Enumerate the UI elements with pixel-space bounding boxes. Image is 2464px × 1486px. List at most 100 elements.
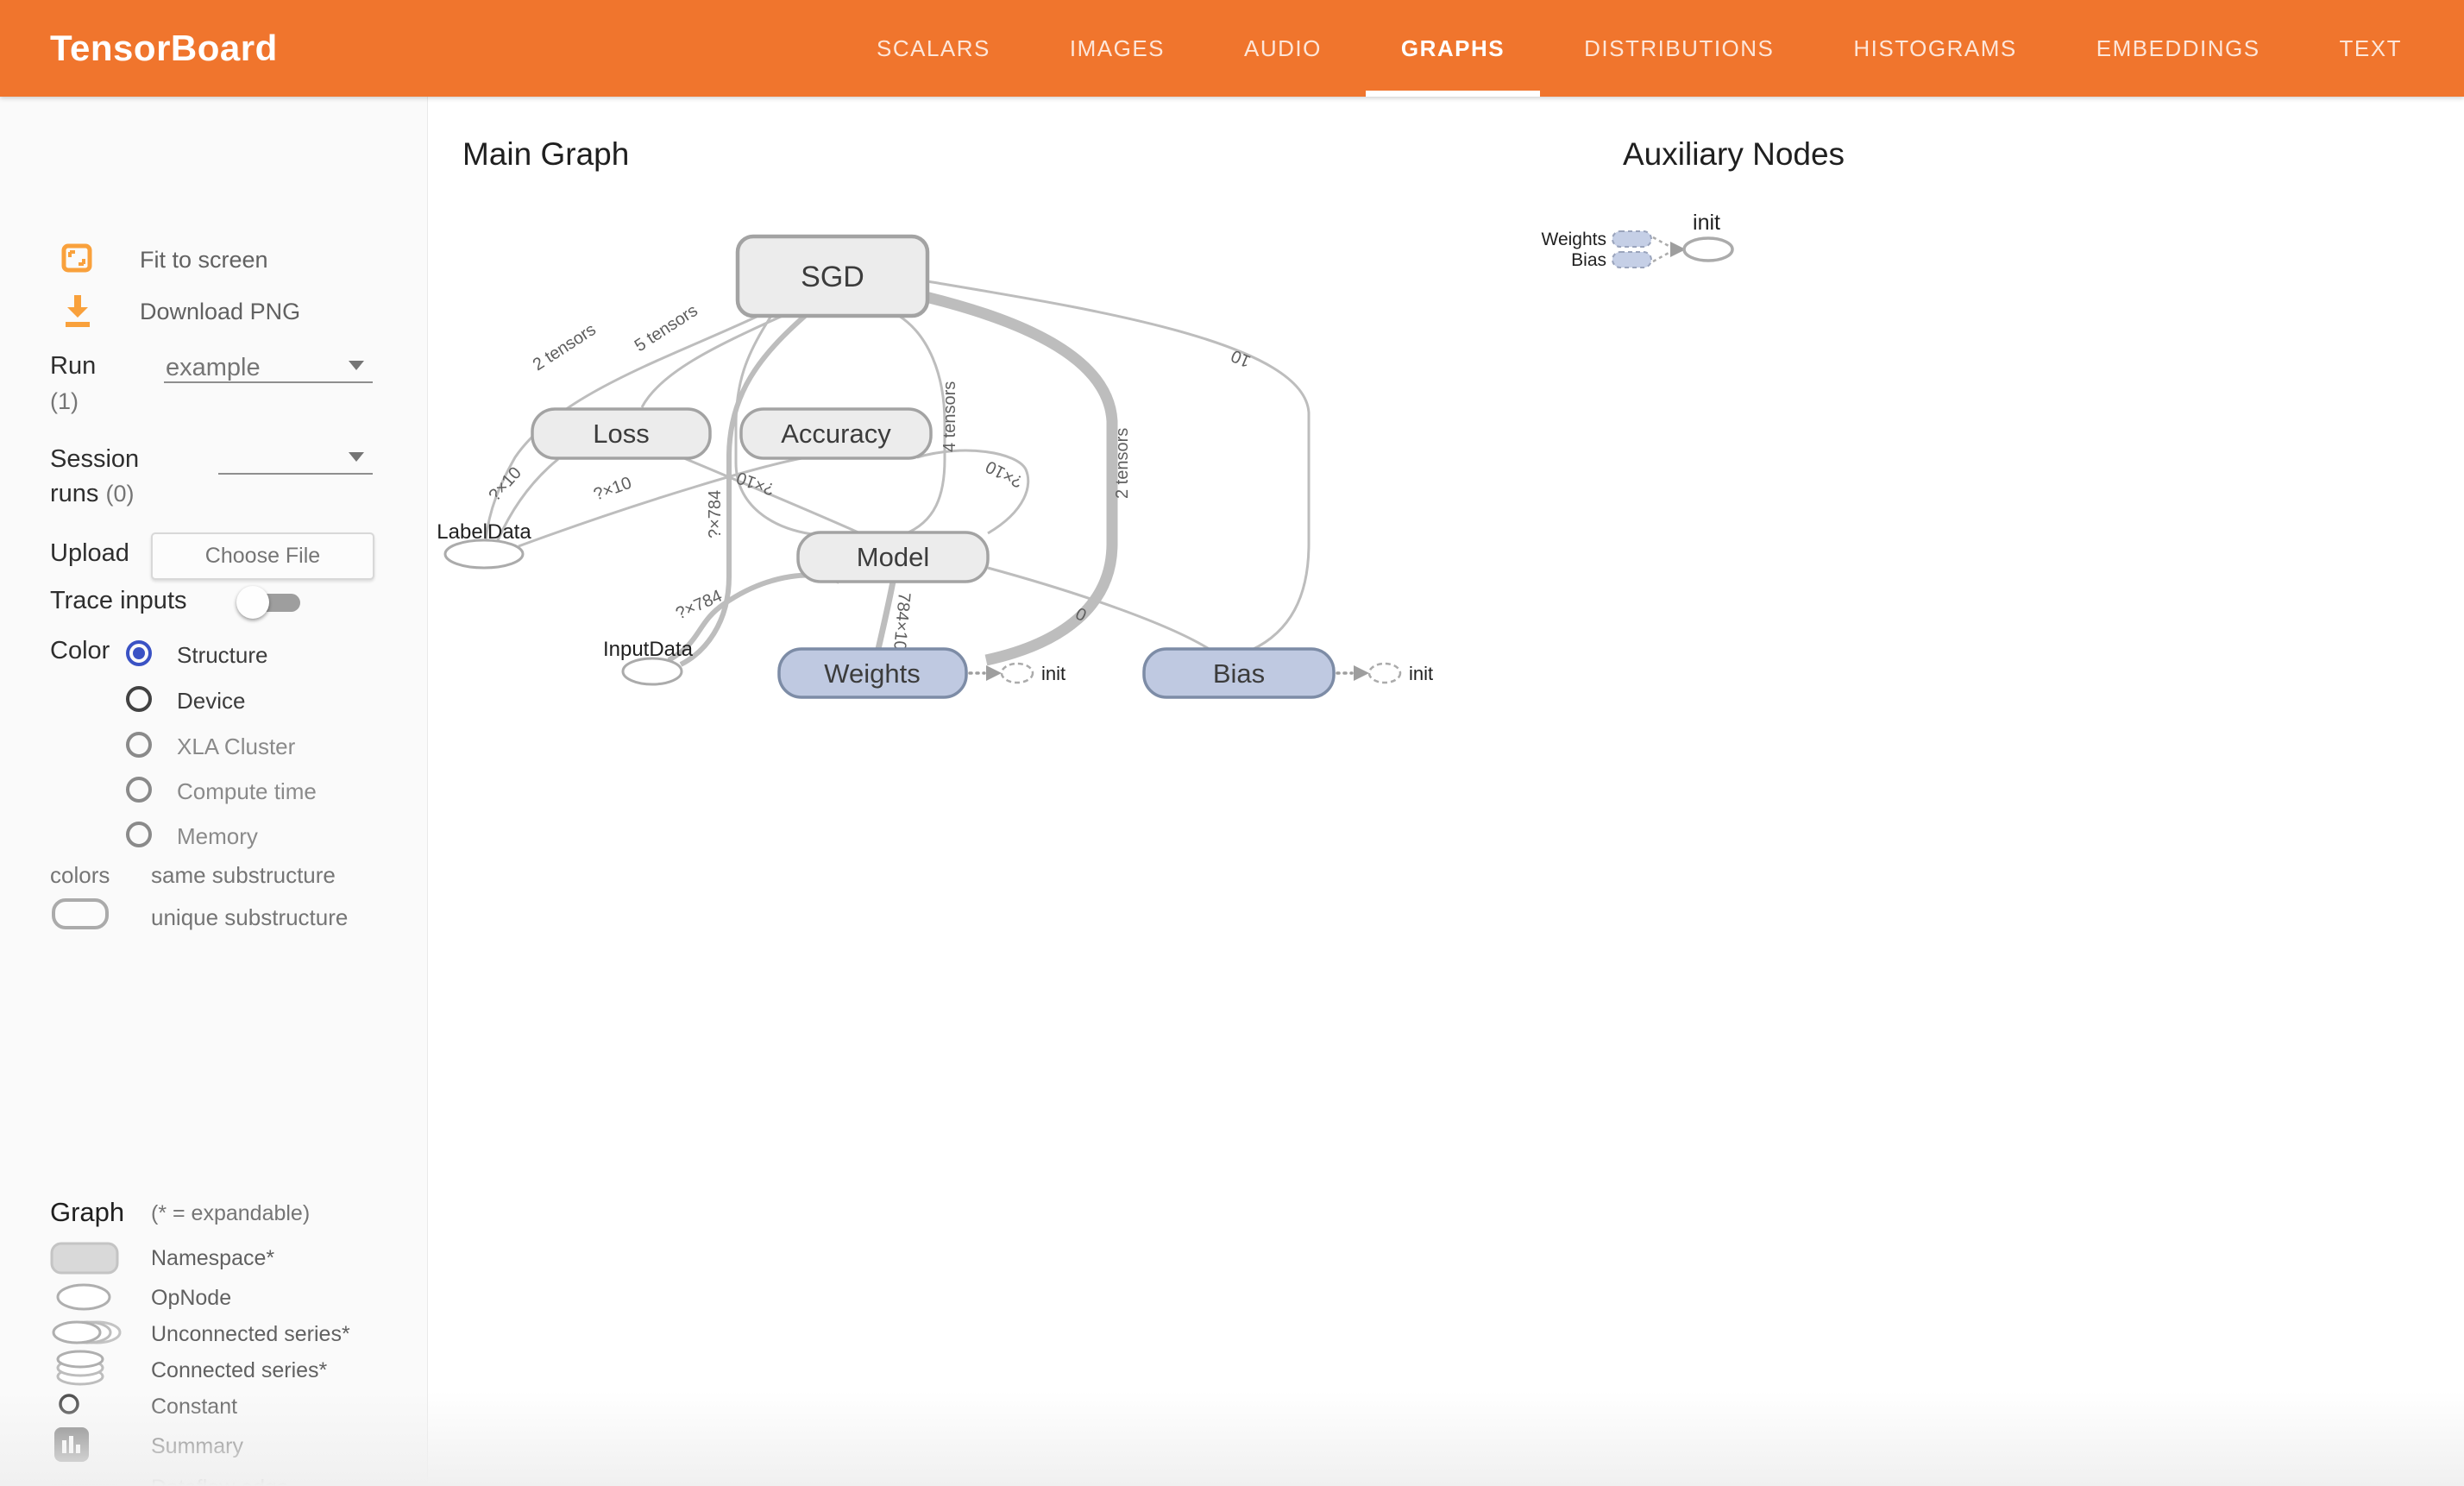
aux-weights-node[interactable] bbox=[1612, 231, 1651, 247]
legend-title: Graph bbox=[50, 1197, 124, 1228]
radio-device-label[interactable]: Device bbox=[177, 688, 245, 715]
svg-text:init: init bbox=[1041, 663, 1065, 684]
node-labeldata[interactable]: LabelData bbox=[437, 520, 531, 568]
svg-text:4 tensors: 4 tensors bbox=[940, 381, 959, 452]
session-runs-label-1: Session bbox=[50, 445, 139, 474]
aux-weights-label: Weights bbox=[1542, 230, 1606, 249]
node-model[interactable]: Model bbox=[798, 532, 988, 582]
edge-model-bias bbox=[988, 568, 1210, 650]
radio-xla-cluster-label[interactable]: XLA Cluster bbox=[177, 734, 295, 760]
run-label: Run bbox=[50, 352, 96, 381]
run-select[interactable]: example bbox=[166, 354, 261, 382]
init-weights-arrowhead-icon bbox=[986, 665, 1002, 681]
tab-images[interactable]: IMAGES bbox=[1070, 0, 1165, 97]
svg-text:2 tensors: 2 tensors bbox=[1113, 428, 1132, 499]
tab-distributions[interactable]: DISTRIBUTIONS bbox=[1584, 0, 1774, 97]
edge-model-accuracy bbox=[917, 450, 1028, 533]
node-accuracy[interactable]: Accuracy bbox=[741, 409, 931, 458]
fit-to-screen-button[interactable]: Fit to screen bbox=[140, 247, 268, 274]
edge-labeldata-accuracy bbox=[519, 457, 812, 546]
svg-text:Accuracy: Accuracy bbox=[781, 419, 891, 449]
svg-text:init: init bbox=[1409, 663, 1433, 684]
legend-item-namespace: Namespace* bbox=[151, 1246, 274, 1271]
radio-memory-label[interactable]: Memory bbox=[177, 823, 258, 850]
graph-edge-labels: 2 tensors 5 tensors ?×784 4 tensors 2 te… bbox=[485, 301, 1254, 652]
unique-substructure-label: unique substructure bbox=[151, 904, 348, 931]
legend-subtitle: (* = expandable) bbox=[151, 1201, 310, 1226]
choose-file-button[interactable]: Choose File bbox=[151, 532, 374, 580]
legend-item-connected-series: Connected series* bbox=[151, 1358, 327, 1383]
namespace-icon bbox=[50, 1242, 119, 1275]
legend-item-summary: Summary bbox=[151, 1434, 243, 1459]
graph-nodes: SGD Loss Accuracy Model Weights Bias bbox=[437, 236, 1433, 697]
svg-text:?×10: ?×10 bbox=[485, 463, 525, 505]
tab-scalars[interactable]: SCALARS bbox=[877, 0, 990, 97]
node-init-weights[interactable]: init bbox=[970, 663, 1065, 684]
node-bias[interactable]: Bias bbox=[1144, 649, 1334, 697]
svg-text:?×784: ?×784 bbox=[673, 587, 725, 624]
same-substructure-label: same substructure bbox=[151, 862, 336, 889]
node-loss[interactable]: Loss bbox=[532, 409, 710, 458]
radio-compute-time-label[interactable]: Compute time bbox=[177, 778, 317, 805]
node-sgd[interactable]: SGD bbox=[738, 236, 927, 316]
svg-text:Weights: Weights bbox=[824, 658, 920, 689]
unique-substructure-swatch bbox=[52, 898, 109, 929]
colors-label: colors bbox=[50, 862, 110, 889]
session-runs-caret-icon[interactable] bbox=[349, 452, 364, 462]
aux-weights-init-edge bbox=[1653, 237, 1670, 247]
svg-text:Bias: Bias bbox=[1213, 658, 1265, 689]
sidebar: Fit to screen Download PNG Run example (… bbox=[0, 97, 428, 1486]
aux-bias-node[interactable] bbox=[1612, 252, 1651, 268]
svg-text:InputData: InputData bbox=[603, 638, 694, 661]
svg-text:Loss: Loss bbox=[593, 419, 649, 449]
legend-item-opnode: OpNode bbox=[151, 1286, 231, 1311]
download-png-button[interactable]: Download PNG bbox=[140, 299, 300, 325]
trace-inputs-label: Trace inputs bbox=[50, 587, 187, 615]
svg-text:?×10: ?×10 bbox=[591, 474, 634, 505]
svg-text:2 tensors: 2 tensors bbox=[530, 320, 600, 375]
svg-text:SGD: SGD bbox=[801, 261, 864, 293]
aux-init-label: init bbox=[1693, 211, 1720, 235]
fit-to-screen-icon bbox=[61, 242, 92, 274]
dataflow-edge-icon bbox=[50, 1479, 119, 1486]
nav-tabs: SCALARS IMAGES AUDIO GRAPHS DISTRIBUTION… bbox=[877, 0, 2402, 97]
radio-structure-label[interactable]: Structure bbox=[177, 642, 268, 669]
tab-graphs[interactable]: GRAPHS bbox=[1401, 0, 1505, 97]
run-select-underline bbox=[164, 381, 373, 383]
tab-embeddings[interactable]: EMBEDDINGS bbox=[2096, 0, 2260, 97]
upload-label: Upload bbox=[50, 539, 129, 568]
svg-text:784×10: 784×10 bbox=[889, 592, 914, 652]
session-runs-select[interactable] bbox=[218, 473, 373, 475]
radio-device[interactable] bbox=[126, 686, 152, 712]
tab-histograms[interactable]: HISTOGRAMS bbox=[1853, 0, 2016, 97]
run-caret-icon[interactable] bbox=[349, 361, 364, 370]
svg-text:Model: Model bbox=[857, 542, 929, 572]
radio-memory[interactable] bbox=[126, 822, 152, 847]
svg-text:?×784: ?×784 bbox=[706, 490, 725, 538]
auxiliary-nodes-canvas[interactable]: Weights Bias init bbox=[1544, 207, 1924, 319]
run-count: (1) bbox=[50, 388, 79, 415]
legend-item-constant: Constant bbox=[151, 1395, 237, 1420]
aux-bias-init-edge bbox=[1653, 252, 1670, 261]
session-runs-label-2: runs (0) bbox=[50, 480, 134, 508]
svg-text:?×10: ?×10 bbox=[734, 468, 777, 499]
summary-icon bbox=[53, 1426, 90, 1463]
aux-init-node[interactable] bbox=[1684, 238, 1732, 261]
color-section-label: Color bbox=[50, 637, 110, 665]
node-init-bias[interactable]: init bbox=[1337, 663, 1433, 684]
trace-inputs-toggle-knob[interactable] bbox=[236, 586, 269, 619]
opnode-icon bbox=[55, 1282, 112, 1312]
tab-text[interactable]: TEXT bbox=[2340, 0, 2402, 97]
tab-audio[interactable]: AUDIO bbox=[1244, 0, 1322, 97]
node-weights[interactable]: Weights bbox=[779, 649, 966, 697]
node-inputdata[interactable]: InputData bbox=[603, 638, 694, 684]
radio-xla-cluster[interactable] bbox=[126, 732, 152, 758]
legend-item-unconnected-series: Unconnected series* bbox=[151, 1322, 350, 1347]
connected-series-icon bbox=[55, 1350, 105, 1386]
edge-inputdata-model bbox=[669, 576, 839, 660]
radio-structure[interactable] bbox=[126, 640, 152, 666]
radio-compute-time[interactable] bbox=[126, 777, 152, 803]
session-runs-count: (0) bbox=[105, 481, 134, 507]
svg-text:LabelData: LabelData bbox=[437, 520, 531, 544]
unconnected-series-icon bbox=[50, 1319, 128, 1346]
